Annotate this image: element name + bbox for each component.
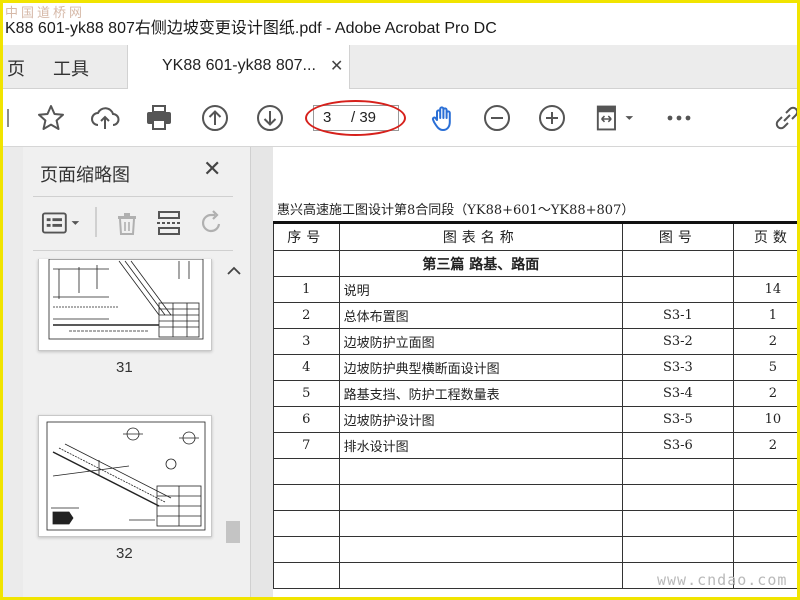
section-title: 第三篇 路基、路面 [338,250,624,277]
fit-page-dropdown-icon[interactable] [593,102,637,134]
drawing-index-table: 序号 图表名称 图号 页数 第三篇 路基、路面 1 说明 14 2 总体布置图 S3-1… [273,221,797,589]
close-tab-icon[interactable]: ✕ [330,56,343,75]
page-thumbnail-32[interactable] [38,415,212,537]
column-header: 图表名称 [338,221,624,251]
table-row: 6 边坡防护设计图 S3-5 10 [273,406,797,433]
tool-divider [95,207,97,237]
empty-row [273,484,797,511]
toolbar: 3 / 39 [3,89,797,147]
document-heading: 惠兴高速施工图设计第8合同段（YK88+601～YK88+807） [277,203,635,218]
next-page-icon[interactable] [254,102,286,134]
table-row: 5 路基支挡、防护工程数量表 S3-4 2 [273,380,797,407]
thumbnail-drawing [48,259,204,340]
divider [33,196,233,197]
thumbnail-drawing [46,421,206,531]
previous-page-icon[interactable] [199,102,231,134]
column-header: 页数 [732,221,797,251]
window-title: K88 601-yk88 807右侧边坡变更设计图纸.pdf - Adobe A… [5,20,497,37]
toolbar-edge [5,102,11,134]
table-header-row: 序号 图表名称 图号 页数 [273,221,797,251]
tab-document[interactable]: YK88 601-yk88 807... ✕ [127,45,350,90]
zoom-out-icon[interactable] [481,102,513,134]
divider [33,250,233,251]
hand-tool-icon[interactable] [427,102,459,134]
insert-page-icon[interactable] [153,207,185,239]
document-view: 惠兴高速施工图设计第8合同段（YK88+601～YK88+807） 序号 图表名… [251,147,797,597]
sidebar-rail [3,147,23,597]
scrollbar-thumb[interactable] [226,521,240,543]
column-header: 图号 [622,221,734,251]
print-icon[interactable] [143,102,175,134]
rotate-page-icon[interactable] [195,207,227,239]
options-menu-icon[interactable] [39,207,85,239]
cloud-upload-icon[interactable] [89,102,121,134]
tab-home[interactable]: 页 [7,55,25,81]
title-bar: 中国道桥网 K88 601-yk88 807右侧边坡变更设计图纸.pdf - A… [3,3,797,45]
empty-row [273,536,797,563]
thumbnail-page-number: 32 [116,545,133,562]
panel-title: 页面缩略图 [40,165,130,186]
table-row: 7 排水设计图 S3-6 2 [273,432,797,459]
section-row: 第三篇 路基、路面 [273,250,797,277]
close-panel-icon[interactable]: ✕ [203,157,221,182]
page-number-field[interactable]: 3 / 39 [313,105,399,131]
app-window: 中国道桥网 K88 601-yk88 807右侧边坡变更设计图纸.pdf - A… [0,0,800,600]
table-row: 1 说明 14 [273,276,797,303]
tab-bar: 页 工具 YK88 601-yk88 807... ✕ [3,45,797,90]
page-thumbnail-31[interactable] [38,259,212,351]
zoom-in-icon[interactable] [536,102,568,134]
empty-row [273,458,797,485]
share-link-icon[interactable] [771,102,797,134]
pdf-page: 惠兴高速施工图设计第8合同段（YK88+601～YK88+807） 序号 图表名… [273,147,797,597]
tab-tools[interactable]: 工具 [53,55,89,81]
thumbnail-page-number: 31 [116,359,133,376]
bookmark-star-icon[interactable] [35,102,67,134]
table-row: 2 总体布置图 S3-1 1 [273,302,797,329]
scroll-up-icon[interactable] [225,265,243,277]
thumbnail-scrollbar[interactable] [223,259,243,597]
current-page-input[interactable]: 3 [323,109,331,126]
more-tools-icon[interactable] [663,102,695,134]
thumbnail-tools [33,203,233,243]
page-thumbnails-panel: 页面缩略图 ✕ 31 32 [3,147,251,597]
total-pages: / 39 [351,109,377,126]
column-header: 序号 [273,221,340,251]
table-row: 4 边坡防护典型横断面设计图 S3-3 5 [273,354,797,381]
watermark-bottom: www.cndao.com [657,571,788,589]
table-row: 3 边坡防护立面图 S3-2 2 [273,328,797,355]
tab-document-label: YK88 601-yk88 807... [162,57,316,74]
delete-page-icon[interactable] [111,207,143,239]
empty-row [273,510,797,537]
